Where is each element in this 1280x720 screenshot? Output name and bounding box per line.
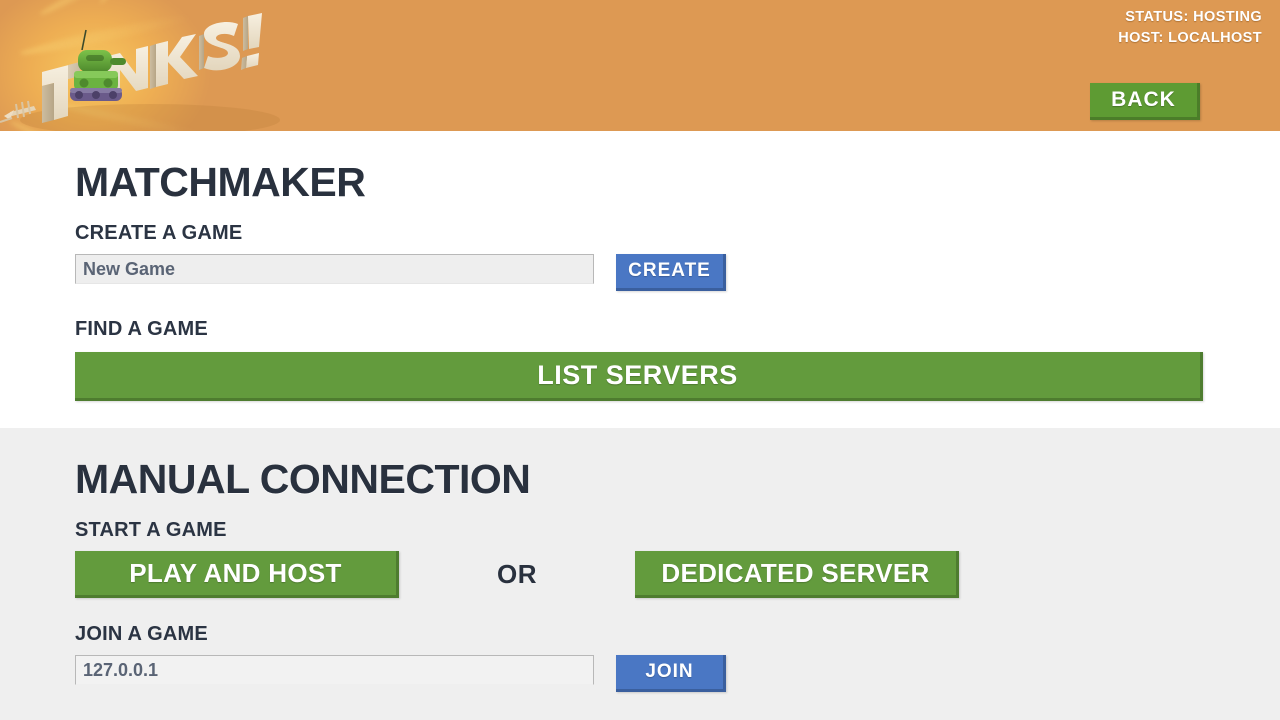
or-separator-label: OR — [497, 559, 537, 589]
start-game-label: START A GAME — [75, 519, 227, 541]
logo-artwork — [0, 13, 280, 131]
connection-status: STATUS: HOSTING HOST: LOCALHOST — [1118, 7, 1262, 48]
find-game-label: FIND A GAME — [75, 318, 208, 340]
logo-letter-exclaim — [241, 13, 262, 70]
tanks-logo — [0, 0, 312, 131]
list-servers-button[interactable]: LIST SERVERS — [75, 352, 1203, 401]
join-game-row: JOIN — [75, 655, 1280, 692]
matchmaker-section: MATCHMAKER CREATE A GAME CREATE FIND A G… — [0, 131, 1280, 428]
back-button[interactable]: BACK — [1090, 83, 1200, 120]
app-header: STATUS: HOSTING HOST: LOCALHOST BACK — [0, 0, 1280, 131]
join-button[interactable]: JOIN — [616, 655, 726, 692]
status-line: STATUS: HOSTING — [1125, 9, 1262, 25]
server-address-input[interactable] — [75, 655, 594, 685]
join-game-label: JOIN A GAME — [75, 623, 208, 645]
host-line: HOST: LOCALHOST — [1118, 29, 1262, 46]
create-game-label: CREATE A GAME — [75, 222, 243, 244]
page-title: MATCHMAKER — [75, 159, 366, 205]
manual-connection-section: MANUAL CONNECTION START A GAME PLAY AND … — [0, 428, 1280, 720]
game-name-input[interactable] — [75, 254, 594, 284]
manual-connection-title: MANUAL CONNECTION — [75, 456, 531, 502]
logo-letter-K — [150, 34, 198, 89]
start-game-row: PLAY AND HOST OR DEDICATED SERVER — [75, 551, 1280, 598]
dedicated-server-button[interactable]: DEDICATED SERVER — [635, 551, 959, 598]
logo-letter-S — [199, 22, 240, 71]
play-and-host-button[interactable]: PLAY AND HOST — [75, 551, 399, 598]
create-button[interactable]: CREATE — [616, 254, 726, 291]
create-game-row: CREATE — [75, 254, 1280, 291]
